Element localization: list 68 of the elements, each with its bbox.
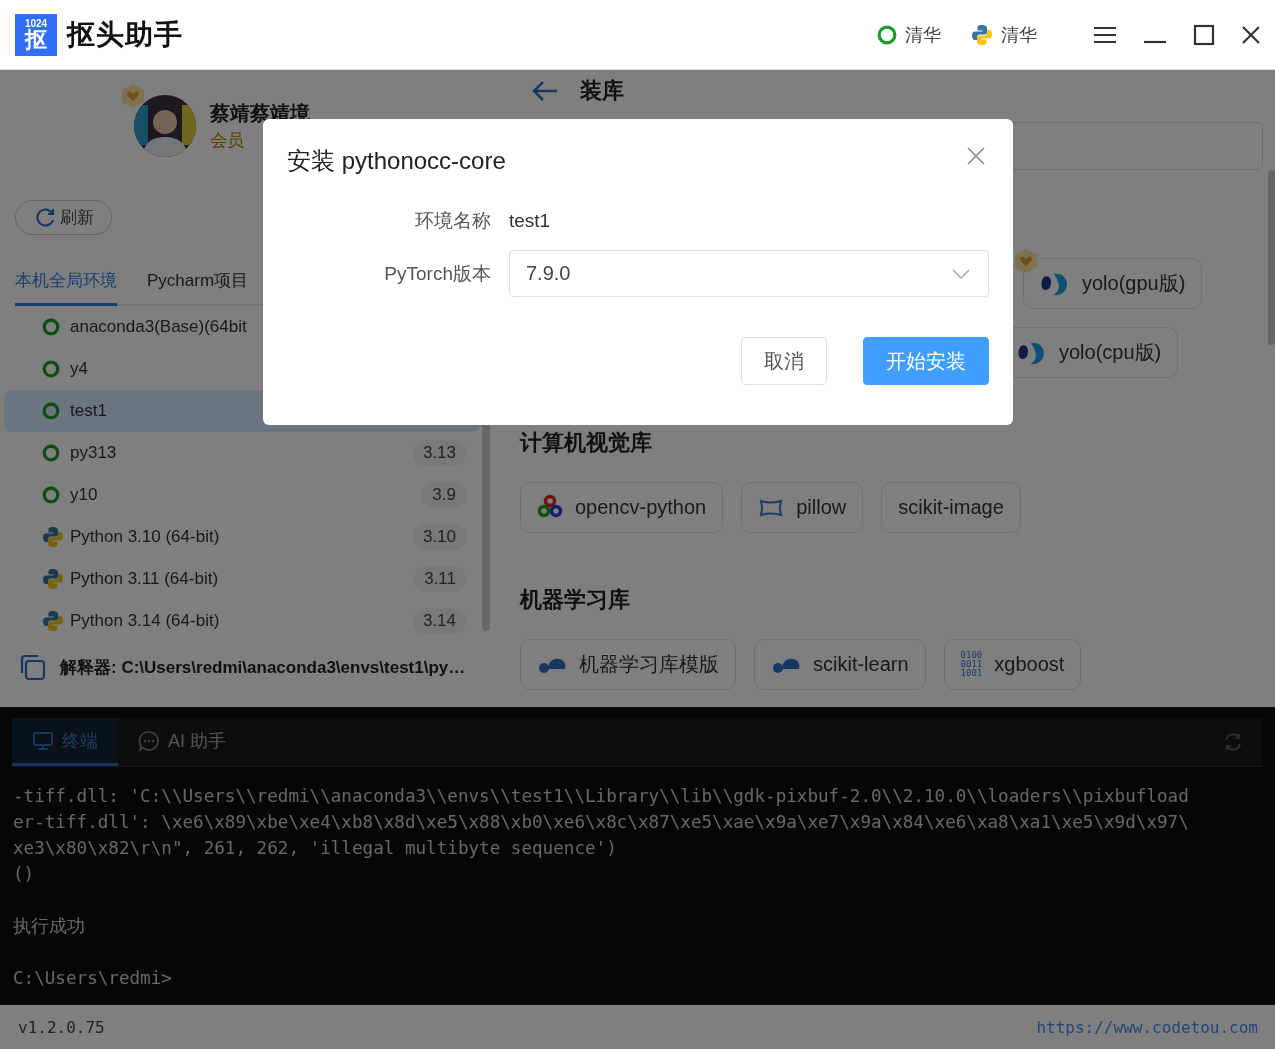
field-value: test1 (509, 209, 551, 232)
refresh-icon (33, 206, 56, 229)
version-label: v1.2.0.75 (18, 1017, 105, 1037)
python-icon (42, 568, 64, 590)
install-button[interactable]: 开始安装 (863, 337, 989, 385)
environment-item[interactable]: y4 (4, 348, 480, 390)
monitor-icon (32, 730, 54, 751)
version-badge: 3.14 (412, 608, 466, 634)
version-badge: 3.11 (414, 566, 466, 592)
environment-item[interactable]: Python 3.10 (64-bit) 3.10 (4, 516, 480, 558)
environment-item[interactable]: y10 3.9 (4, 474, 480, 516)
copy-icon[interactable] (18, 653, 46, 681)
package-button[interactable]: 0100 0011 1001 xgboost (943, 639, 1082, 690)
terminal-line: er-tiff.dll': \xe6\x89\xbe\xe4\xb8\x8d\xe5\x88\xb0\xe6\x8c\x87\xe5\xae\x9a\xe7\x9a\x84\xe6\xa8\xa1\xe5\x9d\x97\ (13, 811, 1189, 834)
ring-icon (877, 24, 897, 45)
python-icon (42, 526, 64, 548)
website-link[interactable]: https://www.codetou.com (1036, 1017, 1258, 1037)
ring-icon (42, 444, 60, 462)
package-button[interactable]: 机器学习库模版 (520, 639, 736, 690)
ring-icon (42, 486, 60, 504)
terminal-line: 执行成功 (13, 915, 85, 938)
binary-icon: 0100 0011 1001 (960, 651, 983, 678)
member-label: 会员 (210, 130, 245, 152)
maximize-icon[interactable] (1193, 23, 1215, 46)
version-badge: 3.9 (422, 482, 466, 508)
mirror-selector[interactable]: 清华 (905, 22, 941, 47)
mirror-selector[interactable]: 清华 (1001, 22, 1037, 47)
field-label: PyTorch版本 (383, 261, 492, 286)
package-button[interactable]: yolo(gpu版) (1023, 258, 1203, 309)
refresh-button[interactable]: 刷新 (15, 200, 112, 235)
app-logo: 1024 抠 (15, 13, 57, 56)
python-icon (971, 23, 993, 46)
package-button[interactable]: scikit-learn (754, 639, 926, 690)
ring-icon (42, 318, 60, 336)
ring-icon (42, 360, 60, 378)
terminal-line: xe3\x80\x82\r\n", 261, 262, 'illegal multibyte sequence') (13, 837, 617, 860)
cancel-button[interactable]: 取消 (741, 337, 827, 385)
package-button[interactable]: scikit-image (881, 482, 1021, 533)
close-icon[interactable] (1241, 24, 1261, 45)
version-select[interactable]: 7.9.0 (509, 250, 989, 297)
section-title: 计算机视觉库 (520, 429, 653, 457)
page-title: 装库 (580, 77, 624, 105)
back-arrow-icon[interactable] (532, 80, 558, 102)
menu-icon[interactable] (1093, 24, 1117, 45)
chevron-down-icon (952, 268, 970, 279)
environment-item[interactable]: Python 3.14 (64-bit) 3.14 (4, 600, 480, 642)
package-button[interactable]: opencv-python (520, 482, 724, 533)
environment-tab[interactable]: Pycharm项目 (147, 257, 249, 306)
environment-item[interactable]: Python 3.11 (64-bit) 3.11 (4, 558, 480, 600)
python-icon (42, 610, 64, 632)
pillow-icon (758, 497, 785, 518)
terminal-line: -tiff.dll: 'C:\\Users\\redmi\\anaconda3\\envs\\test1\\Library\\lib\\gdk-pixbuf-2.0\\2.10.0\\loaders\\pixbufload (13, 785, 1189, 808)
package-button[interactable]: pillow (741, 482, 864, 533)
version-badge: 3.13 (412, 440, 466, 466)
environment-item[interactable]: anaconda3(Base)(64bit (4, 306, 480, 348)
section-title: 机器学习库 (520, 586, 631, 614)
version-badge: 3.10 (412, 524, 466, 550)
chat-icon (138, 729, 160, 752)
environment-item[interactable]: py313 3.13 (4, 432, 480, 474)
field-label: 环境名称 (414, 208, 492, 233)
app-name: 抠头助手 (67, 17, 183, 52)
environment-tab[interactable]: 本机全局环境 (15, 257, 117, 306)
interpreter-path: 解释器: C:\Users\redmi\anaconda3\envs\test1\py… (60, 656, 466, 679)
ring-icon (42, 402, 60, 420)
terminal-line: () (13, 863, 35, 886)
dialog-title: 安装 pythonocc-core (287, 146, 506, 176)
panel-tab[interactable]: AI 助手 (118, 718, 246, 766)
terminal-line: C:\Users\redmi> (13, 967, 172, 990)
